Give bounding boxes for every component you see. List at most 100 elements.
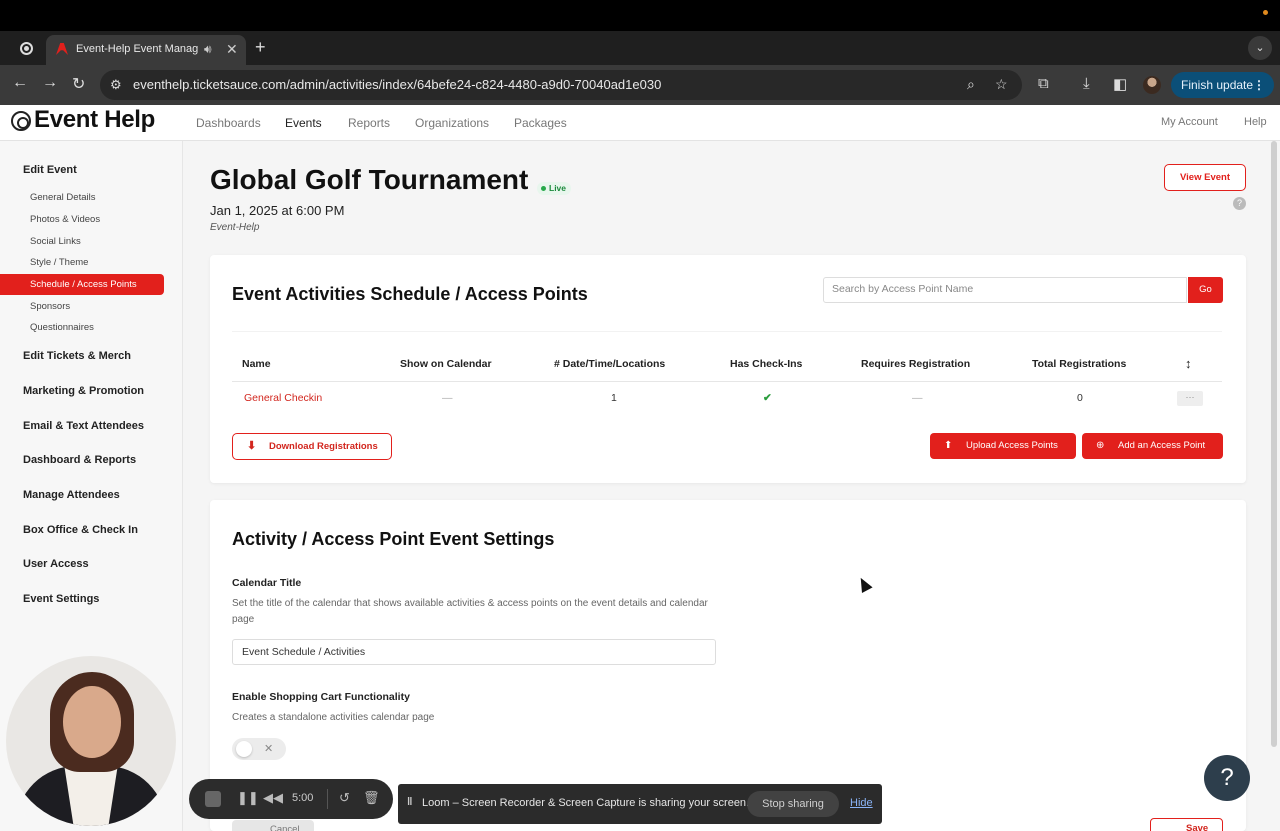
download-icon: ⬇ — [247, 440, 257, 452]
upload-access-points-button[interactable]: ⬆ Upload Access Points — [930, 433, 1076, 459]
search-go-button[interactable]: Go — [1188, 277, 1223, 303]
nav-organizations[interactable]: Organizations — [415, 116, 489, 130]
sort-icon[interactable]: ↕ — [1185, 356, 1192, 371]
help-link[interactable]: Help — [1244, 116, 1267, 128]
url-text[interactable]: eventhelp.ticketsauce.com/admin/activiti… — [133, 77, 661, 92]
column-header-name[interactable]: Name — [242, 358, 271, 370]
save-button[interactable]: Save — [1150, 818, 1223, 831]
column-header-locations[interactable]: # Date/Time/Locations — [554, 358, 665, 370]
bookmark-star-icon[interactable]: ☆ — [995, 76, 1008, 93]
nav-events[interactable]: Events — [285, 116, 322, 130]
add-access-point-button[interactable]: ⊕ Add an Access Point — [1082, 433, 1223, 459]
search-input[interactable] — [832, 283, 1172, 295]
reload-icon[interactable]: ↻ — [72, 74, 85, 94]
nav-dashboards[interactable]: Dashboards — [196, 116, 261, 130]
forward-icon[interactable]: → — [42, 74, 58, 92]
sidebar-section-marketing[interactable]: Marketing & Promotion — [23, 385, 144, 397]
event-date: Jan 1, 2025 at 6:00 PM — [210, 203, 345, 218]
hide-banner-link[interactable]: Hide — [850, 797, 873, 809]
sidebar-section-dashboard-reports[interactable]: Dashboard & Reports — [23, 454, 136, 466]
share-message: Loom – Screen Recorder & Screen Capture … — [422, 797, 750, 809]
sidebar-section-tickets-merch[interactable]: Edit Tickets & Merch — [23, 350, 131, 362]
table-header-divider — [232, 381, 1222, 382]
shopping-cart-label: Enable Shopping Cart Functionality — [232, 691, 410, 703]
restart-icon[interactable]: ↺ — [339, 790, 350, 806]
row-actions-icon[interactable]: ··· — [1177, 391, 1203, 406]
my-account-link[interactable]: My Account — [1161, 116, 1218, 128]
access-point-name-link[interactable]: General Checkin — [244, 392, 322, 404]
cell-requires-registration: — — [912, 392, 923, 404]
sidebar-item-social-links[interactable]: Social Links — [30, 236, 81, 247]
rewind-icon[interactable]: ◀◀ — [263, 790, 283, 806]
stop-recording-icon[interactable] — [205, 791, 221, 807]
sidebar-item-schedule-access-points[interactable]: Schedule / Access Points — [0, 274, 164, 295]
finish-update-button[interactable]: Finish update ⋮ — [1171, 72, 1274, 98]
view-event-button[interactable]: View Event — [1164, 164, 1246, 191]
sidebar-section-event-settings[interactable]: Event Settings — [23, 593, 99, 605]
shopping-cart-help: Creates a standalone activities calendar… — [232, 712, 435, 723]
extensions-icon[interactable]: ⧉ — [1038, 75, 1049, 92]
audio-playing-icon[interactable]: 🔊︎ — [204, 42, 212, 57]
cell-show-on-calendar: — — [442, 392, 453, 404]
sidebar-item-questionnaires[interactable]: Questionnaires — [30, 322, 94, 333]
column-header-total-registrations[interactable]: Total Registrations — [1032, 358, 1126, 370]
site-info-icon[interactable]: ⚙︎ — [110, 77, 122, 93]
favicon-icon — [56, 43, 68, 55]
settings-title: Activity / Access Point Event Settings — [232, 529, 555, 549]
sidebar-heading-edit-event[interactable]: Edit Event — [23, 164, 77, 176]
sidebar-item-general-details[interactable]: General Details — [30, 192, 95, 203]
app-header: Event Help Dashboards Events Reports Org… — [0, 105, 1280, 141]
trash-icon[interactable]: 🗑︎ — [363, 790, 380, 806]
column-header-requires-registration[interactable]: Requires Registration — [861, 358, 970, 370]
downloads-icon[interactable]: ⤓ — [1083, 75, 1090, 92]
download-registrations-button[interactable]: ⬇ Download Registrations — [232, 433, 392, 460]
sidebar-item-photos-videos[interactable]: Photos & Videos — [30, 214, 100, 225]
finish-update-label: Finish update — [1181, 78, 1254, 92]
zoom-search-icon[interactable]: ⌕ — [967, 76, 975, 93]
toggle-knob — [236, 741, 252, 757]
sidebar-item-style-theme[interactable]: Style / Theme — [30, 257, 88, 268]
recording-time: 5:00 — [292, 792, 314, 804]
new-tab-icon[interactable]: + — [255, 37, 266, 58]
help-question-icon[interactable]: ? — [1233, 197, 1246, 210]
nav-reports[interactable]: Reports — [348, 116, 390, 130]
column-header-has-checkins[interactable]: Has Check-Ins — [730, 358, 802, 370]
event-organization: Event-Help — [210, 222, 260, 233]
sidebar-section-user-access[interactable]: User Access — [23, 558, 89, 570]
cell-total-registrations: 0 — [1077, 392, 1083, 404]
access-point-search[interactable] — [823, 277, 1187, 303]
help-chat-button[interactable]: ? — [1204, 755, 1250, 801]
tab-search-chevron-icon[interactable]: ⌄ — [1248, 36, 1272, 60]
browser-tab-strip: Event-Help Event Manage 🔊︎ ✕ — [0, 31, 1280, 65]
calendar-title-input[interactable] — [242, 646, 702, 658]
more-menu-icon[interactable]: ⋮ — [1253, 72, 1265, 98]
drag-handle-icon[interactable]: ‖ — [407, 796, 412, 808]
shopping-cart-toggle[interactable]: ✕ — [232, 738, 286, 760]
nav-packages[interactable]: Packages — [514, 116, 567, 130]
divider — [232, 331, 1222, 332]
checkmark-icon: ✔ — [763, 392, 772, 404]
close-tab-icon[interactable]: ✕ — [226, 41, 238, 58]
upload-icon: ⬆ — [944, 440, 953, 451]
sidebar-item-sponsors[interactable]: Sponsors — [30, 301, 70, 312]
status-dot-icon — [1263, 10, 1268, 15]
activities-card: Event Activities Schedule / Access Point… — [210, 255, 1246, 483]
browser-tab[interactable]: Event-Help Event Manage 🔊︎ ✕ — [46, 35, 246, 65]
sidebar-section-box-office[interactable]: Box Office & Check In — [23, 524, 138, 536]
sidebar-section-email-text[interactable]: Email & Text Attendees — [23, 420, 144, 432]
recording-toolbar: ❚❚ ◀◀ 5:00 ↺ 🗑︎ — [189, 779, 393, 819]
side-panel-icon[interactable]: ◧ — [1113, 75, 1127, 93]
sidebar-section-manage-attendees[interactable]: Manage Attendees — [23, 489, 120, 501]
recording-indicator-icon — [20, 42, 33, 55]
cancel-button[interactable]: Cancel — [232, 820, 314, 831]
profile-avatar[interactable] — [1143, 76, 1161, 94]
stop-sharing-button[interactable]: Stop sharing — [747, 791, 839, 817]
calendar-title-field[interactable] — [232, 639, 716, 665]
webcam-bubble[interactable] — [6, 656, 176, 826]
pause-icon[interactable]: ❚❚ — [237, 790, 259, 806]
back-icon[interactable]: ← — [12, 74, 28, 92]
page-scrollbar[interactable] — [1271, 141, 1277, 747]
address-bar[interactable]: ⚙︎ eventhelp.ticketsauce.com/admin/activ… — [100, 70, 1022, 100]
column-header-show-on-calendar[interactable]: Show on Calendar — [400, 358, 492, 370]
logo[interactable]: Event Help — [34, 106, 155, 134]
